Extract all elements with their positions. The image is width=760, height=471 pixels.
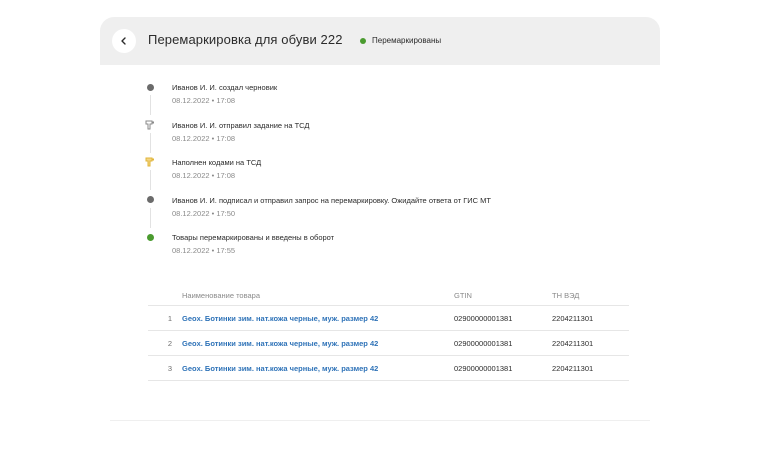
- card-header: Перемаркировка для обуви 222 Перемаркиро…: [100, 17, 660, 65]
- table-header: Наименование товара GTIN ТН ВЭД: [148, 283, 629, 306]
- timeline-time: 08.12.2022 • 17:08: [172, 133, 236, 143]
- column-header-gtin: GTIN: [454, 291, 472, 300]
- product-link[interactable]: Geox. Ботинки зим. нат.кожа черные, муж.…: [182, 314, 378, 323]
- column-header-tn: ТН ВЭД: [552, 291, 580, 300]
- timeline-text: Наполнен кодами на ТСД: [172, 158, 262, 167]
- scanner-icon: [144, 119, 156, 131]
- table-row: 3 Geox. Ботинки зим. нат.кожа черные, му…: [148, 356, 629, 381]
- timeline-text: Иванов И. И. отправил задание на ТСД: [172, 120, 310, 130]
- product-link[interactable]: Geox. Ботинки зим. нат.кожа черные, муж.…: [182, 364, 378, 373]
- table-row: 1 Geox. Ботинки зим. нат.кожа черные, му…: [148, 306, 629, 331]
- timeline-item: Наполнен кодами на ТСД 08.12.2022 • 17:0…: [144, 156, 644, 194]
- timeline-text: Иванов И. И. подписал и отправил запрос …: [172, 195, 491, 205]
- timeline-item: Иванов И. И. создал черновик 08.12.2022 …: [144, 81, 644, 119]
- status-label: Перемаркированы: [372, 36, 442, 45]
- row-number: 1: [167, 314, 172, 323]
- gtin-value: 02900000001381: [454, 364, 513, 373]
- timeline-time: 08.12.2022 • 17:08: [172, 171, 236, 180]
- tn-value: 2204211301: [552, 364, 594, 373]
- timeline-item: Иванов И. И. отправил задание на ТСД 08.…: [144, 119, 644, 157]
- timeline-item: Иванов И. И. подписал и отправил запрос …: [144, 194, 644, 232]
- page-title: Перемаркировка для обуви 222: [148, 32, 343, 47]
- timeline-dot-icon: [144, 231, 156, 243]
- timeline-item: Товары перемаркированы и введены в оборо…: [144, 231, 644, 269]
- timeline-dot-icon: [144, 81, 156, 93]
- tn-value: 2204211301: [552, 314, 594, 323]
- timeline-time: 08.12.2022 • 17:55: [172, 246, 236, 255]
- row-number: 2: [167, 339, 172, 348]
- timeline-time: 08.12.2022 • 17:50: [172, 208, 236, 218]
- document-card: Перемаркировка для обуви 222 Перемаркиро…: [100, 17, 660, 267]
- products-table: Наименование товара GTIN ТН ВЭД 1 Geox. …: [148, 283, 629, 381]
- timeline-time: 08.12.2022 • 17:08: [172, 96, 236, 105]
- status-badge: Перемаркированы: [360, 36, 441, 45]
- row-number: 3: [167, 364, 172, 373]
- timeline-dot-icon: [144, 194, 156, 206]
- footer-divider: [110, 420, 650, 421]
- table-row: 2 Geox. Ботинки зим. нат.кожа черные, му…: [148, 331, 629, 356]
- gtin-value: 02900000001381: [454, 314, 513, 323]
- column-header-name: Наименование товара: [182, 291, 261, 300]
- chevron-left-icon: [121, 37, 126, 45]
- status-dot-icon: [360, 37, 366, 44]
- history-timeline: Иванов И. И. создал черновик 08.12.2022 …: [144, 81, 644, 269]
- tn-value: 2204211301: [552, 339, 594, 348]
- product-link[interactable]: Geox. Ботинки зим. нат.кожа черные, муж.…: [182, 339, 378, 348]
- timeline-text: Товары перемаркированы и введены в оборо…: [172, 233, 335, 242]
- scanner-icon: [144, 156, 156, 168]
- gtin-value: 02900000001381: [454, 339, 513, 348]
- back-button[interactable]: [112, 29, 136, 53]
- timeline-text: Иванов И. И. создал черновик: [172, 83, 278, 92]
